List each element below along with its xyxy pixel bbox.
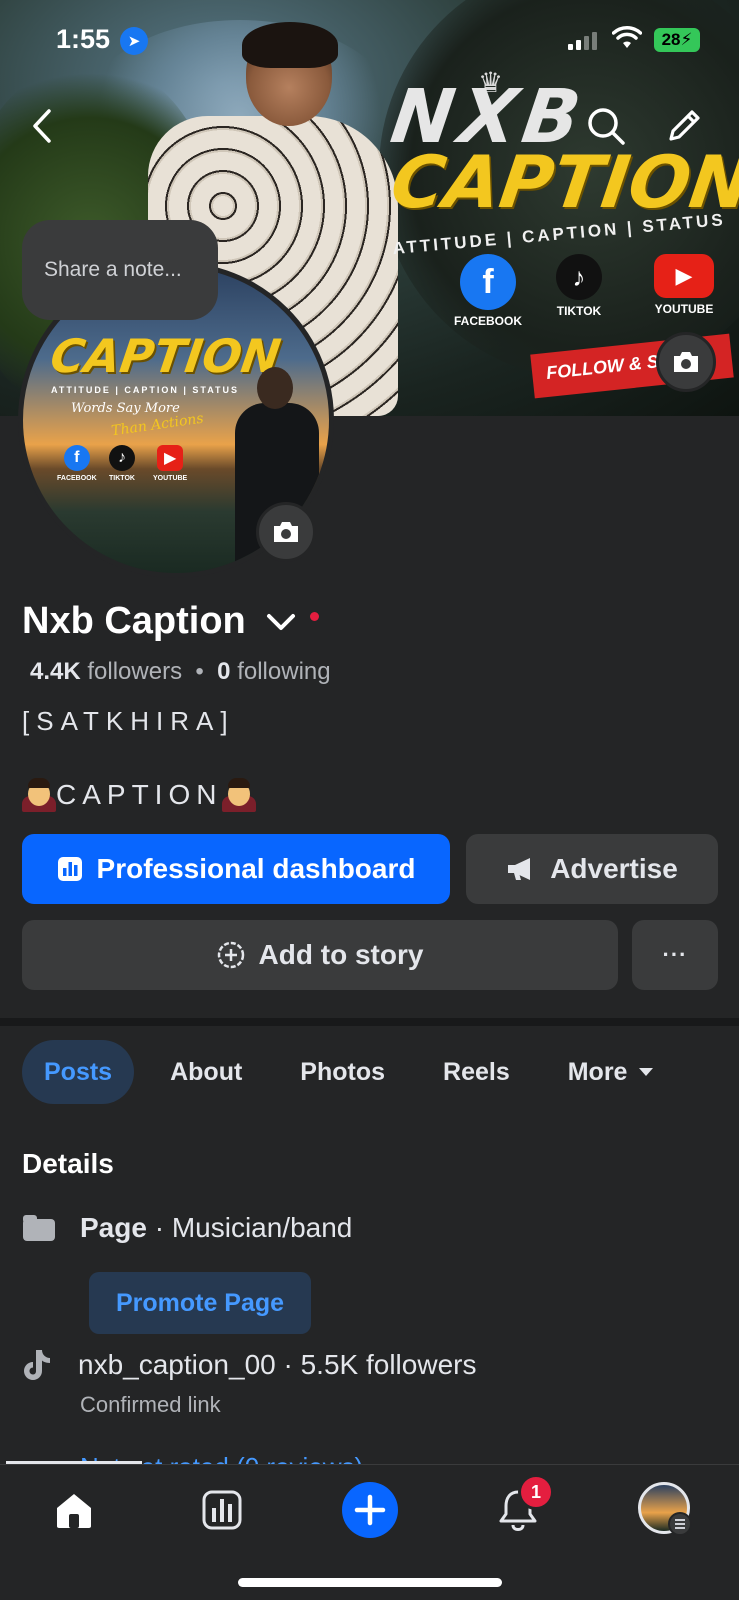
- add-to-story-button[interactable]: Add to story: [22, 920, 618, 990]
- chevron-left-icon: [33, 109, 51, 143]
- stats-separator: •: [188, 658, 211, 685]
- detail-tiktok-link[interactable]: nxb_caption_00 · 5.5K followers: [22, 1348, 476, 1382]
- page-flag-icon: [23, 1215, 55, 1241]
- avatar-tagline: ATTITUDE | CAPTION | STATUS: [51, 385, 240, 395]
- camera-icon: [674, 352, 698, 372]
- advertise-button[interactable]: Advertise: [466, 834, 718, 904]
- search-button[interactable]: [584, 104, 628, 148]
- tiktok-icon: [24, 1350, 50, 1380]
- following-count[interactable]: 0: [217, 658, 230, 685]
- tab-posts[interactable]: Posts: [22, 1040, 135, 1104]
- cover-youtube-logo: ▶ YOUTUBE: [654, 254, 714, 316]
- home-indicator: [238, 1578, 502, 1587]
- cellular-signal-icon: [568, 30, 597, 50]
- following-label[interactable]: following: [237, 658, 330, 685]
- nav-dashboard-button[interactable]: [192, 1480, 252, 1540]
- profile-name-row: Nxb Caption: [22, 600, 319, 643]
- nav-create-button[interactable]: [340, 1480, 400, 1540]
- more-options-button[interactable]: ···: [632, 920, 718, 990]
- details-heading: Details: [22, 1148, 114, 1179]
- caret-down-icon: [639, 1068, 654, 1076]
- add-to-story-label: Add to story: [258, 939, 424, 970]
- edit-profile-button[interactable]: [662, 104, 706, 148]
- nav-active-indicator: [6, 1461, 142, 1464]
- share-note-bubble[interactable]: Share a note...: [22, 220, 218, 320]
- cover-facebook-logo: f FACEBOOK: [454, 254, 522, 328]
- add-circle-icon: [217, 941, 244, 969]
- promote-page-button[interactable]: Promote Page: [89, 1272, 311, 1334]
- wifi-icon: [612, 26, 642, 48]
- dashboard-chart-icon: [202, 1490, 242, 1530]
- bio-line-2: CAPTION: [22, 778, 257, 812]
- vampire-emoji-icon: [222, 778, 257, 812]
- followers-count[interactable]: 4.4K: [30, 658, 81, 685]
- search-icon: [588, 108, 625, 145]
- status-dot: [309, 612, 319, 621]
- avatar-words-text: Words Say More: [71, 401, 180, 416]
- cover-tiktok-logo: ♪ TIKTOK: [556, 254, 602, 318]
- more-options-icon: ···: [662, 942, 688, 967]
- professional-dashboard-label: Professional dashboard: [96, 853, 416, 884]
- detail-page-category: Page · Musician/band: [22, 1212, 352, 1244]
- tab-more[interactable]: More: [546, 1040, 678, 1104]
- menu-icon: [668, 1512, 692, 1536]
- tab-photos[interactable]: Photos: [278, 1040, 407, 1104]
- edit-cover-button[interactable]: [656, 332, 716, 392]
- advertise-label: Advertise: [550, 853, 678, 884]
- nav-home-button[interactable]: [44, 1480, 104, 1540]
- bio-line-1: [SATKHIRA]: [22, 706, 235, 736]
- back-button[interactable]: [20, 104, 64, 148]
- professional-dashboard-button[interactable]: Professional dashboard: [22, 834, 450, 904]
- location-arrow-icon: ➤: [120, 27, 148, 55]
- profile-tabs: Posts About Photos Reels More: [22, 1040, 677, 1104]
- page-category: · Musician/band: [146, 1212, 353, 1243]
- tab-reels[interactable]: Reels: [421, 1040, 532, 1104]
- chevron-down-icon[interactable]: [266, 612, 296, 632]
- profile-name: Nxb Caption: [22, 600, 246, 642]
- avatar-tiktok-logo: ♪ TIKTOK: [109, 445, 135, 482]
- notification-badge: 1: [518, 1474, 554, 1510]
- page-label: Page: [80, 1212, 147, 1243]
- plus-icon: [342, 1482, 398, 1538]
- tab-about[interactable]: About: [148, 1040, 264, 1104]
- megaphone-icon: [508, 858, 531, 880]
- tiktok-handle[interactable]: nxb_caption_00 · 5.5K followers: [78, 1349, 476, 1381]
- avatar-youtube-logo: ▶ YOUTUBE: [153, 445, 187, 482]
- follow-stats: 4.4K followers • 0 following: [30, 658, 331, 686]
- home-icon: [57, 1494, 91, 1528]
- status-bar: 1:55 ➤ 28 ⚡: [0, 0, 739, 80]
- section-divider: [0, 1018, 739, 1026]
- status-time: 1:55: [56, 24, 111, 54]
- tiktok-confirmed-label: Confirmed link: [80, 1392, 221, 1417]
- dashboard-chart-icon: [57, 857, 82, 881]
- avatar-facebook-logo: f FACEBOOK: [57, 445, 97, 482]
- edit-profile-picture-button[interactable]: [256, 502, 316, 562]
- pencil-icon: [669, 110, 700, 141]
- camera-icon: [274, 522, 298, 542]
- vampire-emoji-icon: [22, 778, 56, 812]
- battery-indicator: 28 ⚡: [654, 28, 700, 52]
- followers-label[interactable]: followers: [87, 658, 182, 685]
